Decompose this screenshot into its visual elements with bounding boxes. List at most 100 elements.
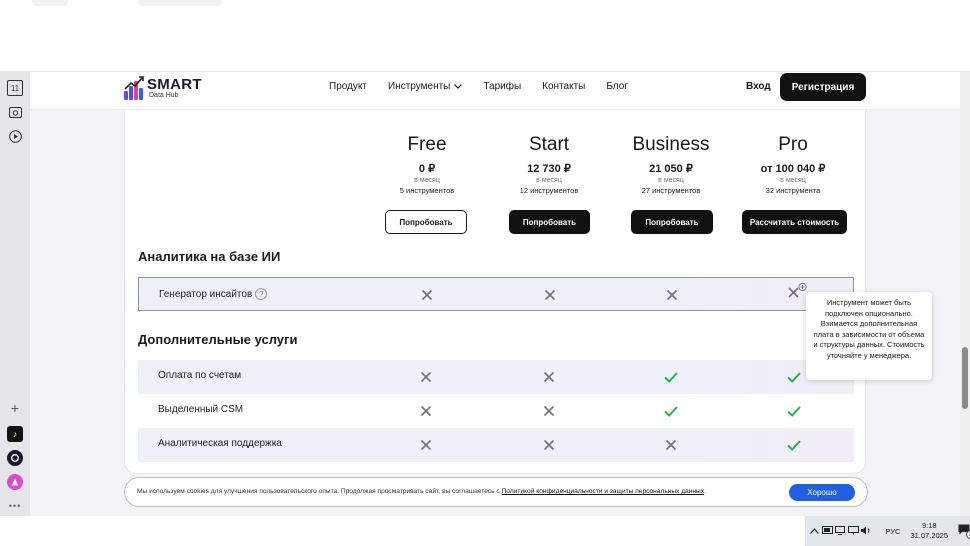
plan-name: Pro [778, 134, 808, 155]
alice-icon[interactable] [7, 474, 23, 490]
nav-item-label: Блог [606, 81, 628, 92]
main-nav: Продукт Инструменты Тарифы Контакты Блог [329, 81, 649, 92]
nav-item-blog[interactable]: Блог [606, 81, 628, 92]
logo-subtitle: Data Hub [149, 92, 179, 99]
privacy-policy-link[interactable]: Политикой конфиденциальности и защиты пе… [502, 488, 705, 495]
plan-price: от 100 040 ₽ [760, 163, 826, 175]
logo[interactable]: SMART Data Hub [124, 76, 202, 100]
feature-label: Выделенный CSM [158, 404, 244, 415]
chevron-down-icon [454, 82, 463, 91]
logo-title: SMART [147, 76, 202, 93]
nav-item-contacts[interactable]: Контакты [542, 81, 585, 92]
check-icon [786, 403, 802, 419]
check-icon [663, 403, 679, 419]
notifications-icon[interactable]: 2 [958, 524, 970, 539]
plan-tools: 12 инструментов [519, 186, 579, 195]
chevron-up-icon[interactable] [809, 526, 821, 536]
notification-count: 2 [966, 530, 970, 539]
more-icon[interactable]: ••• [7, 498, 23, 514]
plan-business: Business 21 050 ₽ в месяц 27 инструменто… [611, 134, 731, 195]
os-sidebar: 11 + ♪ ••• [0, 72, 30, 516]
cookie-message: Мы используем cookies для улучшения поль… [137, 488, 500, 495]
scrollbar-thumb[interactable] [962, 347, 968, 409]
plan-period: в месяц [658, 177, 684, 184]
cross-icon [541, 369, 557, 385]
login-link[interactable]: Вход [746, 81, 771, 92]
plan-period: в месяц [780, 177, 806, 184]
clock[interactable]: 9:18 31.07.2025 [910, 521, 948, 541]
pricing-card: Free 0 ₽ в месяц 5 инструментов Start 12… [124, 110, 866, 474]
nav-item-product[interactable]: Продукт [329, 81, 367, 92]
clock-time: 9:18 [921, 521, 937, 530]
nav-item-pricing[interactable]: Тарифы [483, 81, 521, 92]
browser-tab[interactable] [32, 0, 68, 6]
add-icon[interactable]: + [7, 400, 23, 416]
cross-icon [663, 437, 679, 453]
site-header: SMART Data Hub Продукт Инструменты Тариф… [30, 72, 960, 110]
plan-tools: 32 инструмента [765, 186, 821, 195]
feature-row: Генератор инсайтов? [138, 277, 854, 311]
feature-label: Оплата по счетам [158, 370, 242, 381]
nav-item-label: Продукт [329, 81, 367, 92]
feature-label: Генератор инсайтов [159, 288, 253, 300]
browser-tab[interactable] [138, 0, 222, 6]
try-start-button[interactable]: Попробовать [509, 210, 590, 234]
check-icon [663, 369, 679, 385]
plan-name: Free [407, 134, 447, 155]
plan-price: 0 ₽ [418, 163, 436, 175]
calculate-pro-button[interactable]: Рассчитать стоимость [742, 210, 847, 234]
cross-icon [664, 287, 680, 303]
feature-row: Оплата по счетам [138, 360, 854, 394]
register-button[interactable]: Регистрация [780, 73, 866, 101]
check-icon [786, 437, 802, 453]
plan-tools: 27 инструментов [641, 186, 701, 195]
try-free-button[interactable]: Попробовать [385, 210, 467, 234]
plan-name: Business [632, 134, 710, 155]
help-icon[interactable]: ? [255, 288, 268, 300]
cookie-accept-button[interactable]: Хорошо [789, 484, 855, 501]
screenshot-icon[interactable] [7, 104, 23, 120]
option-tooltip: Инструмент может быть подключен опционал… [806, 292, 932, 380]
system-tray: РУС 9:18 31.07.2025 2 [805, 516, 970, 546]
section-title-extra-services: Дополнительные услуги [138, 332, 298, 347]
web-page: SMART Data Hub Продукт Инструменты Тариф… [30, 72, 960, 516]
feature-label: Аналитическая поддержка [158, 438, 282, 449]
logo-bars-icon [124, 76, 144, 100]
plan-name: Start [528, 134, 570, 155]
clock-date: 31.07.2025 [910, 531, 949, 540]
cross-icon [542, 287, 558, 303]
nav-item-label: Инструменты [388, 81, 451, 92]
calendar-icon[interactable]: 11 [7, 80, 23, 96]
page-scrollbar[interactable] [960, 72, 970, 516]
cross-icon [418, 403, 434, 419]
cookie-banner: Мы используем cookies для улучшения поль… [124, 477, 868, 507]
try-business-button[interactable]: Попробовать [631, 210, 713, 234]
plan-price: 12 730 ₽ [527, 163, 571, 175]
play-icon[interactable] [7, 128, 23, 144]
cross-icon [541, 437, 557, 453]
battery-icon[interactable] [821, 526, 834, 536]
nav-item-tools[interactable]: Инструменты [388, 81, 463, 92]
feature-row: Аналитическая поддержка [138, 428, 854, 462]
volume-icon[interactable] [860, 526, 872, 537]
calendar-badge: 11 [10, 83, 20, 93]
cookie-text: Мы используем cookies для улучшения поль… [137, 488, 706, 495]
plan-free: Free 0 ₽ в месяц 5 инструментов [367, 134, 487, 195]
nav-item-label: Контакты [542, 81, 586, 92]
nav-item-label: Тарифы [483, 81, 522, 92]
media-app-icon[interactable] [7, 450, 23, 466]
network-icon[interactable] [847, 525, 859, 537]
cross-icon [418, 369, 434, 385]
plan-period: в месяц [536, 177, 562, 184]
check-icon [786, 369, 802, 385]
plan-period: в месяц [414, 177, 440, 184]
feature-row: Выделенный CSM [138, 394, 854, 428]
tiktok-icon[interactable]: ♪ [7, 426, 23, 442]
plan-pro: Pro от 100 040 ₽ в месяц 32 инструмента [733, 134, 853, 195]
plan-tools: 5 инструментов [399, 186, 455, 195]
language-indicator[interactable]: РУС [885, 527, 900, 536]
cross-icon [419, 287, 435, 303]
screen-icon[interactable] [835, 525, 847, 537]
plan-start: Start 12 730 ₽ в месяц 12 инструментов [489, 134, 609, 195]
cross-icon [418, 437, 434, 453]
